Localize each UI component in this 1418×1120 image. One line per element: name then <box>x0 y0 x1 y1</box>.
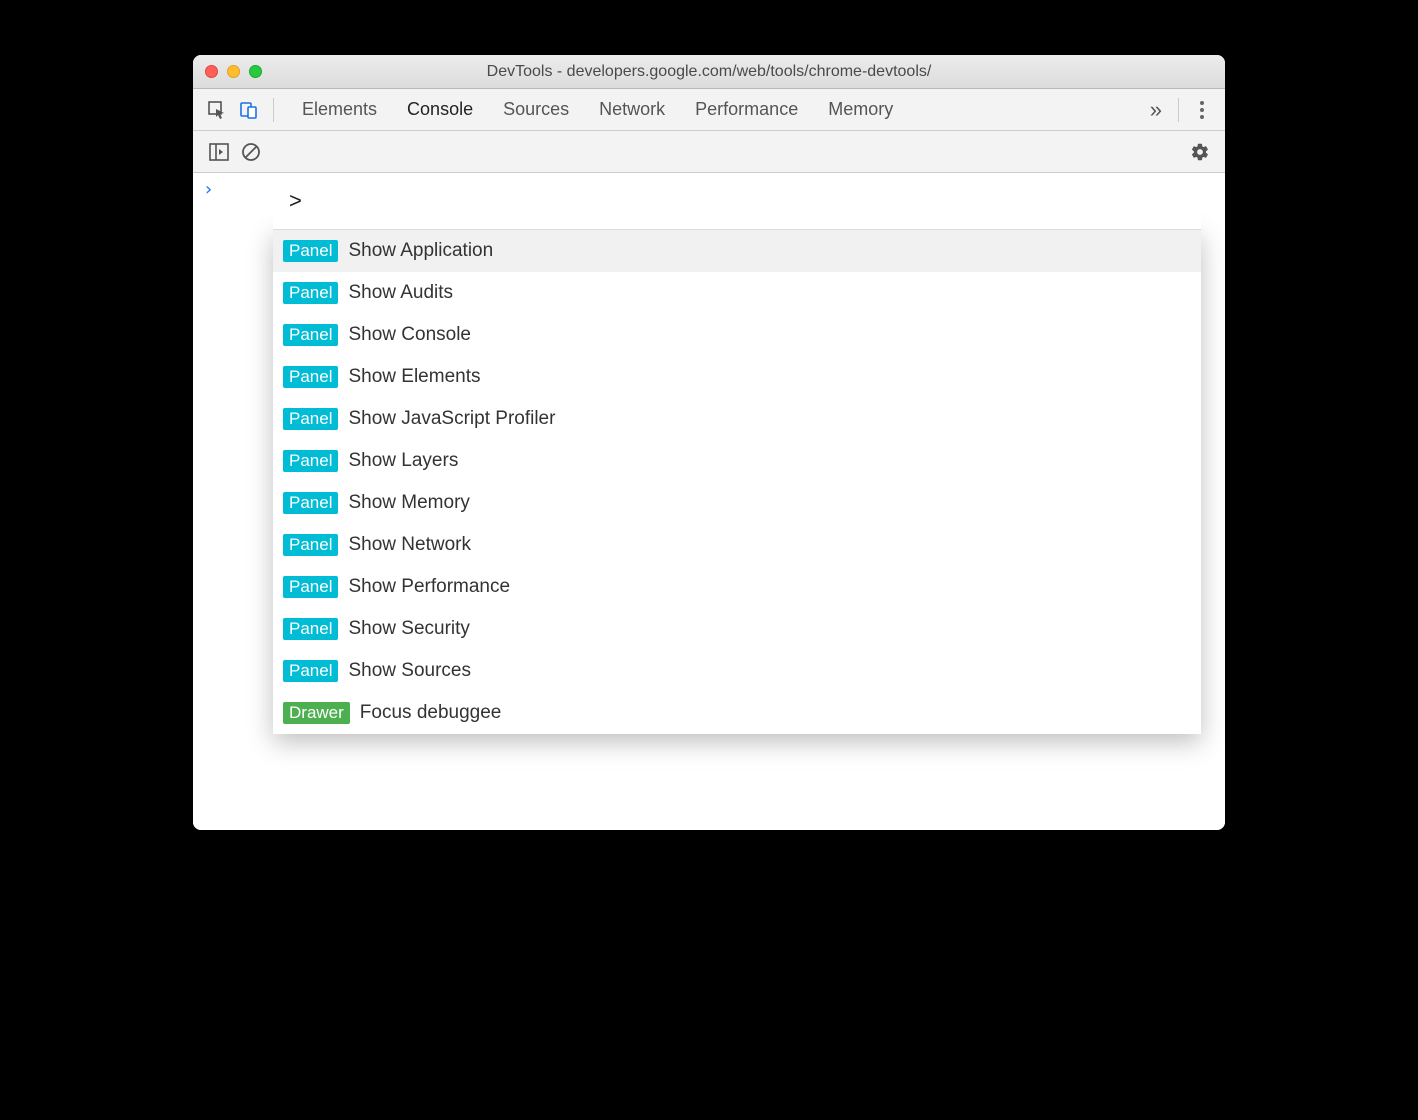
panel-badge: Panel <box>283 450 338 472</box>
command-item[interactable]: Panel Show Application <box>273 230 1201 272</box>
command-item-label: Show Sources <box>348 660 471 682</box>
window-controls <box>193 65 262 78</box>
device-toggle-icon[interactable] <box>235 96 263 124</box>
command-item[interactable]: Drawer Focus debuggee <box>273 692 1201 734</box>
main-toolbar: Elements Console Sources Network Performance… <box>193 89 1225 131</box>
command-item[interactable]: Panel Show Sources <box>273 650 1201 692</box>
command-item[interactable]: Panel Show Memory <box>273 482 1201 524</box>
panel-tabs: Elements Console Sources Network Performance… <box>302 99 893 120</box>
command-item-label: Show Memory <box>348 492 469 514</box>
panel-badge: Panel <box>283 324 338 346</box>
command-menu-input[interactable]: > <box>273 173 1201 229</box>
drawer-badge: Drawer <box>283 702 350 724</box>
command-item-label: Focus debuggee <box>360 702 502 724</box>
command-item-label: Show JavaScript Profiler <box>348 408 555 430</box>
menu-icon[interactable] <box>1187 101 1217 119</box>
panel-badge: Panel <box>283 492 338 514</box>
command-item-label: Show Security <box>348 618 469 640</box>
tab-sources[interactable]: Sources <box>503 99 569 120</box>
command-item-label: Show Elements <box>348 366 480 388</box>
tab-performance[interactable]: Performance <box>695 99 798 120</box>
tab-elements[interactable]: Elements <box>302 99 377 120</box>
command-item-label: Show Audits <box>348 282 453 304</box>
more-tabs-icon[interactable]: » <box>1150 97 1162 123</box>
panel-badge: Panel <box>283 618 338 640</box>
panel-badge: Panel <box>283 282 338 304</box>
window-title: DevTools - developers.google.com/web/too… <box>193 63 1225 81</box>
close-window-button[interactable] <box>205 65 218 78</box>
command-item-label: Show Layers <box>348 450 458 472</box>
command-item[interactable]: Panel Show Console <box>273 314 1201 356</box>
toggle-sidebar-icon[interactable] <box>205 138 233 166</box>
command-item[interactable]: Panel Show Audits <box>273 272 1201 314</box>
inspect-element-icon[interactable] <box>203 96 231 124</box>
command-item[interactable]: Panel Show Elements <box>273 356 1201 398</box>
separator <box>273 98 274 122</box>
titlebar: DevTools - developers.google.com/web/too… <box>193 55 1225 89</box>
command-item[interactable]: Panel Show JavaScript Profiler <box>273 398 1201 440</box>
command-menu: PanelShow ApplicationPanelShow AuditsPan… <box>273 229 1201 734</box>
panel-badge: Panel <box>283 534 338 556</box>
panel-badge: Panel <box>283 408 338 430</box>
command-item[interactable]: Panel Show Layers <box>273 440 1201 482</box>
zoom-window-button[interactable] <box>249 65 262 78</box>
console-panel: › > PanelShow ApplicationPanelShow Audit… <box>193 173 1225 830</box>
minimize-window-button[interactable] <box>227 65 240 78</box>
panel-badge: Panel <box>283 240 338 262</box>
command-item[interactable]: Panel Show Network <box>273 524 1201 566</box>
devtools-window: DevTools - developers.google.com/web/too… <box>193 55 1225 830</box>
command-item-label: Show Performance <box>348 576 510 598</box>
separator <box>1178 98 1179 122</box>
tab-network[interactable]: Network <box>599 99 665 120</box>
command-item-label: Show Network <box>348 534 471 556</box>
panel-badge: Panel <box>283 576 338 598</box>
panel-badge: Panel <box>283 660 338 682</box>
command-item[interactable]: Panel Show Security <box>273 608 1201 650</box>
settings-icon[interactable] <box>1185 137 1215 167</box>
panel-badge: Panel <box>283 366 338 388</box>
tab-memory[interactable]: Memory <box>828 99 893 120</box>
clear-console-icon[interactable] <box>237 138 265 166</box>
command-item[interactable]: Panel Show Performance <box>273 566 1201 608</box>
console-toolbar <box>193 131 1225 173</box>
command-item-label: Show Application <box>348 240 493 262</box>
command-prompt-symbol: > <box>289 188 302 214</box>
tab-console[interactable]: Console <box>407 99 473 120</box>
command-item-label: Show Console <box>348 324 471 346</box>
